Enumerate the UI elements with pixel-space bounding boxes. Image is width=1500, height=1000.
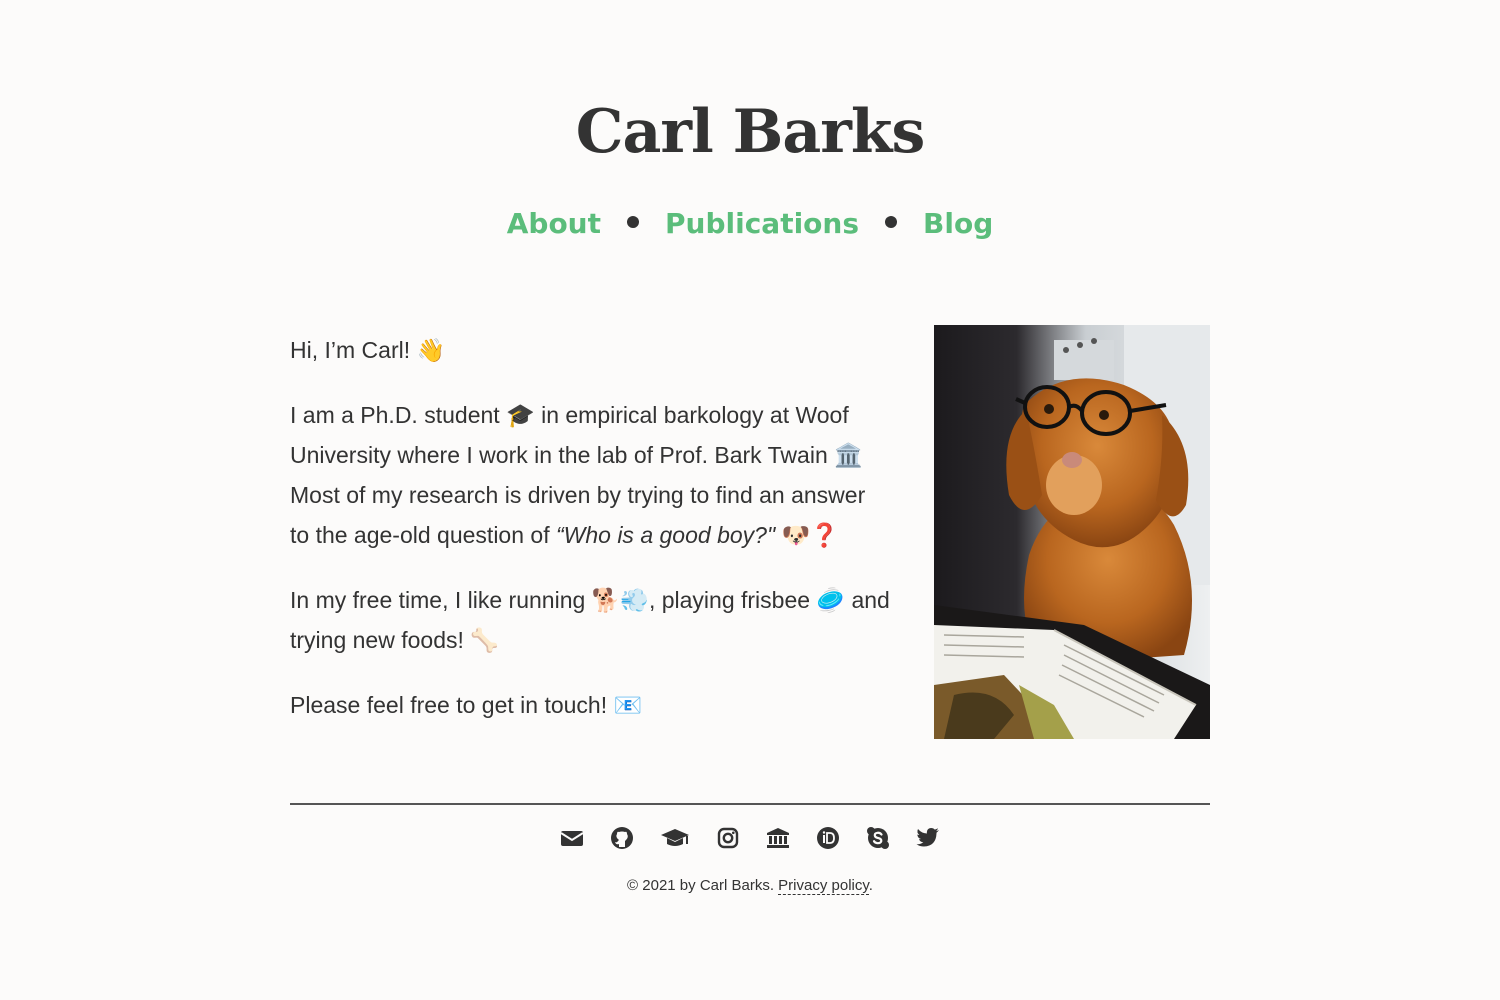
bio-paragraph-research: I am a Ph.D. student 🎓 in empirical bark…: [290, 395, 890, 555]
nav-separator-dot: [885, 216, 898, 228]
bio-research-emoji: 🐶❓: [775, 522, 839, 548]
nav-about-link[interactable]: About: [507, 207, 601, 240]
profile-photo: [934, 325, 1210, 739]
graduation-cap-icon[interactable]: [660, 824, 690, 852]
site-title: Carl Barks: [575, 97, 925, 167]
privacy-policy-link[interactable]: Privacy policy: [778, 877, 869, 895]
social-links: [0, 824, 1500, 852]
bio-research-quote: “Who is a good boy?": [555, 522, 776, 548]
footer-divider: [290, 803, 1210, 805]
nav-separator-dot: [627, 216, 640, 228]
main-nav: About Publications Blog: [0, 204, 1500, 244]
bio-paragraph-contact: Please feel free to get in touch! 📧: [290, 692, 643, 718]
email-icon[interactable]: [560, 824, 584, 852]
orcid-icon[interactable]: [816, 824, 840, 852]
footer: © 2021 by Carl Barks. Privacy policy.: [0, 874, 1500, 898]
bio-section: Hi, I’m Carl! 👋 I am a Ph.D. student 🎓 i…: [290, 330, 890, 750]
nav-publications-link[interactable]: Publications: [665, 207, 859, 240]
copyright-text: © 2021 by Carl Barks.: [627, 877, 774, 894]
university-icon[interactable]: [766, 824, 790, 852]
twitter-icon[interactable]: [916, 824, 940, 852]
nav-blog-link[interactable]: Blog: [923, 207, 993, 240]
skype-icon[interactable]: [866, 824, 890, 852]
bio-paragraph-hobbies: In my free time, I like running 🐕💨, play…: [290, 587, 890, 653]
bio-greeting: Hi, I’m Carl! 👋: [290, 337, 446, 363]
footer-period: .: [868, 877, 873, 894]
github-icon[interactable]: [610, 824, 634, 852]
instagram-icon[interactable]: [716, 824, 740, 852]
